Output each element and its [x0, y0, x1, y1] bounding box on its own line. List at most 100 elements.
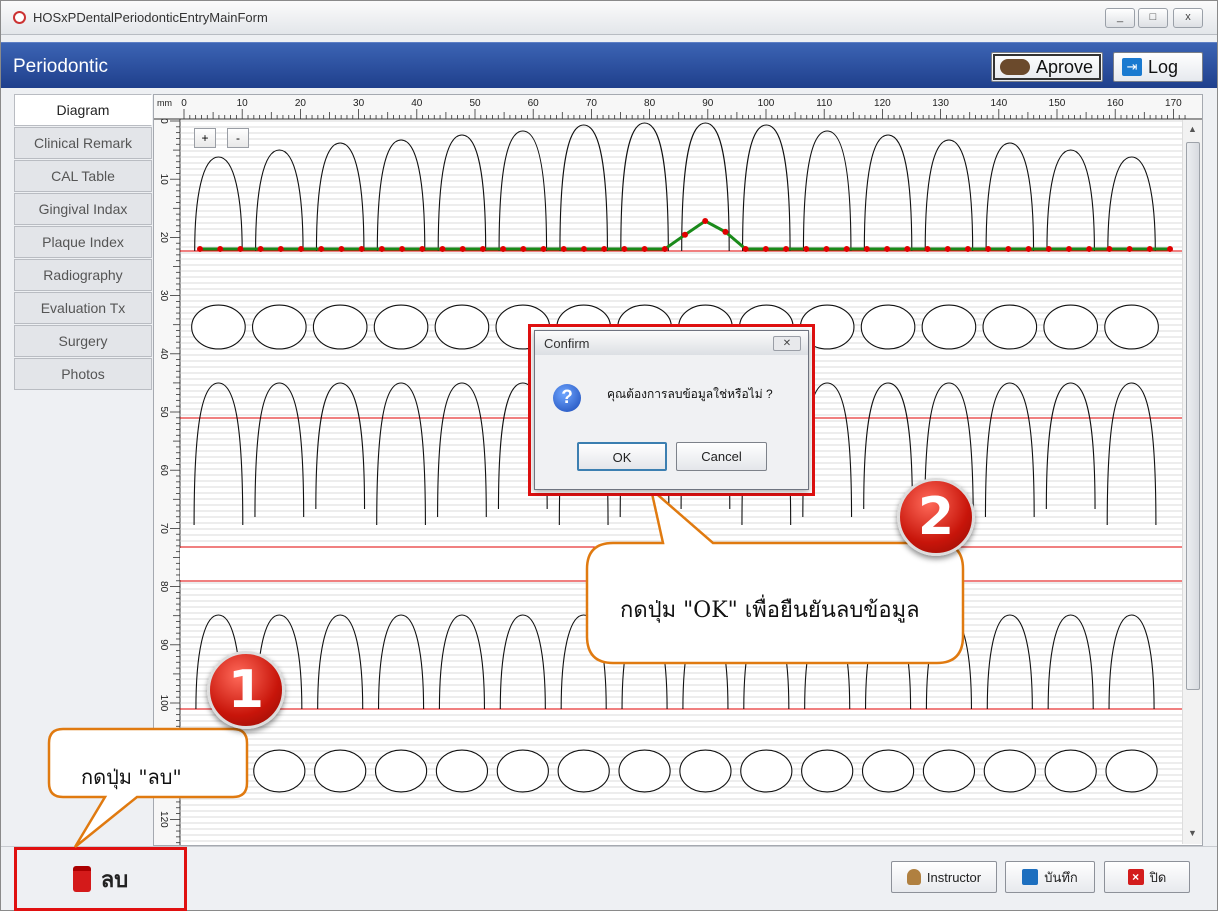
probing-point: [944, 246, 951, 252]
tab-radiography[interactable]: Radiography: [14, 259, 152, 291]
lower-occlusal-crown: [314, 749, 367, 793]
maximize-button[interactable]: □: [1138, 8, 1168, 28]
ruler-label: 0: [158, 118, 169, 124]
scroll-up-icon[interactable]: ▲: [1188, 124, 1197, 134]
approve-label: Aprove: [1036, 56, 1094, 77]
probing-point: [1005, 246, 1012, 252]
upper-tooth-root: [924, 139, 974, 252]
upper-occlusal-crown: [1043, 304, 1099, 350]
hand-icon: [1000, 59, 1030, 75]
zoom-out-button[interactable]: -: [227, 128, 249, 148]
ruler-label: 40: [411, 98, 423, 109]
ruler-label: 110: [816, 98, 832, 109]
lower-occlusal-crown: [618, 749, 671, 793]
ruler-label: 10: [237, 98, 249, 109]
vertical-scrollbar[interactable]: ▲ ▼: [1182, 120, 1202, 844]
lower-occlusal-crown: [801, 749, 854, 793]
upper-occlusal-crown: [982, 304, 1038, 350]
tab-evaluation-tx[interactable]: Evaluation Tx: [14, 292, 152, 324]
upper-tooth-buccal: [1045, 382, 1096, 510]
callout-2-text: กดปุ่ม "OK" เพื่อยืนยันลบข้อมูล: [620, 598, 920, 623]
probing-point: [439, 246, 446, 252]
ruler-label: 100: [758, 98, 775, 109]
tab-plaque-index[interactable]: Plaque Index: [14, 226, 152, 258]
upper-tooth-root: [1046, 149, 1095, 252]
close-window-button[interactable]: x: [1173, 8, 1203, 28]
tab-surgery[interactable]: Surgery: [14, 325, 152, 357]
save-button[interactable]: บันทึก: [1005, 861, 1095, 893]
probing-point: [1126, 246, 1133, 252]
log-button[interactable]: ⇥ Log: [1113, 52, 1203, 82]
probing-point: [277, 246, 284, 252]
probing-point: [338, 246, 345, 252]
tab-cal-table[interactable]: CAL Table: [14, 160, 152, 192]
ruler-label: 70: [586, 98, 598, 109]
lower-tooth-root: [1047, 614, 1094, 710]
probing-point: [298, 246, 305, 252]
cancel-button[interactable]: Cancel: [676, 442, 767, 471]
tab-gingival-index[interactable]: Gingival Indax: [14, 193, 152, 225]
ruler-label: 100: [158, 695, 169, 712]
scroll-thumb[interactable]: [1186, 142, 1200, 690]
user-icon: [906, 869, 921, 885]
instructor-label: Instructor: [926, 869, 982, 885]
confirm-dialog: Confirm ✕ ? คุณต้องการลบข้อมูลใช่หรือไม่…: [534, 330, 809, 490]
upper-occlusal-crown: [921, 304, 977, 350]
lower-occlusal-crown: [496, 749, 549, 793]
probing-point: [1146, 246, 1153, 252]
probing-point: [540, 246, 547, 252]
ruler-label: 90: [158, 639, 169, 651]
tab-photos[interactable]: Photos: [14, 358, 152, 390]
upper-occlusal-crown: [251, 304, 307, 350]
probing-point: [318, 246, 325, 252]
upper-tooth-root: [802, 130, 852, 252]
upper-tooth-root: [498, 130, 548, 252]
tab-clinical-remark[interactable]: Clinical Remark: [14, 127, 152, 159]
probing-point: [197, 246, 203, 252]
scroll-down-icon[interactable]: ▼: [1188, 828, 1197, 838]
probing-point: [904, 246, 911, 252]
probing-point: [1025, 246, 1032, 252]
upper-occlusal-crown: [191, 304, 246, 350]
probing-point: [1167, 246, 1173, 252]
separator-band: [180, 548, 1182, 580]
probing-point: [419, 246, 426, 252]
upper-occlusal-crown: [860, 304, 916, 350]
probing-point: [399, 246, 406, 252]
ok-button[interactable]: OK: [577, 442, 667, 471]
close-button[interactable]: × ปิด: [1104, 861, 1190, 893]
ruler-label: 50: [469, 98, 481, 109]
page-title: Periodontic: [13, 56, 109, 77]
minimize-button[interactable]: _: [1105, 8, 1135, 28]
probing-point: [823, 246, 830, 252]
step-1-badge: 1: [207, 651, 285, 729]
upper-occlusal-crown: [434, 304, 490, 350]
delete-button[interactable]: ลบ: [14, 847, 187, 911]
probing-point: [1065, 246, 1072, 252]
delete-label: ลบ: [100, 866, 129, 892]
dialog-message: คุณต้องการลบข้อมูลใช่หรือไม่ ?: [607, 387, 773, 401]
lower-occlusal-crown: [374, 749, 428, 793]
ruler-label: 150: [1049, 98, 1066, 109]
probing-point: [479, 246, 486, 252]
probing-point: [621, 246, 628, 252]
lower-tooth-root: [317, 614, 364, 710]
lower-tooth-root: [560, 614, 607, 710]
dialog-close-button[interactable]: ✕: [773, 336, 801, 351]
lower-occlusal-crown: [1105, 749, 1158, 793]
lower-occlusal-crown: [253, 749, 306, 793]
lower-tooth-root: [682, 614, 729, 710]
left-ruler: [154, 119, 180, 845]
ruler-label: 10: [158, 174, 169, 186]
approve-button[interactable]: Aprove: [991, 52, 1103, 82]
instructor-button[interactable]: Instructor: [891, 861, 997, 893]
lower-tooth-root: [864, 614, 912, 710]
probing-point: [964, 246, 971, 252]
upper-occlusal-crown: [373, 304, 429, 350]
zoom-in-button[interactable]: +: [194, 128, 216, 148]
ruler-label: 20: [295, 98, 307, 109]
upper-tooth-buccal: [863, 382, 913, 510]
probing-point: [682, 231, 688, 238]
probing-point: [702, 218, 709, 225]
tab-diagram[interactable]: Diagram: [14, 94, 152, 126]
